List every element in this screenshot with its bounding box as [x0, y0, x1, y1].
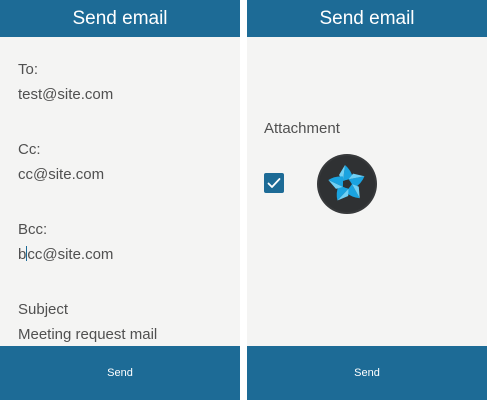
- page-title: Send email: [72, 7, 168, 29]
- cc-field[interactable]: cc@site.com: [18, 166, 104, 183]
- title-bar: Send email: [0, 0, 240, 37]
- bcc-label: Bcc:: [18, 221, 48, 238]
- subject-label: Subject: [18, 301, 69, 318]
- send-button-label: Send: [107, 367, 133, 379]
- to-field[interactable]: test@site.com: [18, 86, 113, 103]
- send-button[interactable]: Send: [0, 346, 240, 400]
- tizen-logo-icon[interactable]: [317, 154, 377, 214]
- send-button[interactable]: Send: [247, 346, 487, 400]
- title-bar: Send email: [247, 0, 487, 37]
- subject-field[interactable]: Meeting request mail: [18, 326, 157, 343]
- send-button-label: Send: [354, 367, 380, 379]
- compose-screen-attachment: Send email Attachment Send: [247, 0, 487, 400]
- page-title: Send email: [319, 7, 415, 29]
- compose-screen-fields: Send email To: test@site.com Cc: cc@site…: [0, 0, 240, 400]
- cc-label: Cc:: [18, 141, 41, 158]
- bcc-field-text-end: cc@site.com: [27, 246, 114, 263]
- bcc-field[interactable]: bcc@site.com: [18, 246, 113, 263]
- to-label: To:: [18, 61, 39, 78]
- bcc-field-text-start: b: [18, 246, 27, 263]
- checkmark-icon: [267, 178, 281, 188]
- attachment-label: Attachment: [264, 120, 340, 137]
- attachment-checkbox[interactable]: [264, 173, 284, 193]
